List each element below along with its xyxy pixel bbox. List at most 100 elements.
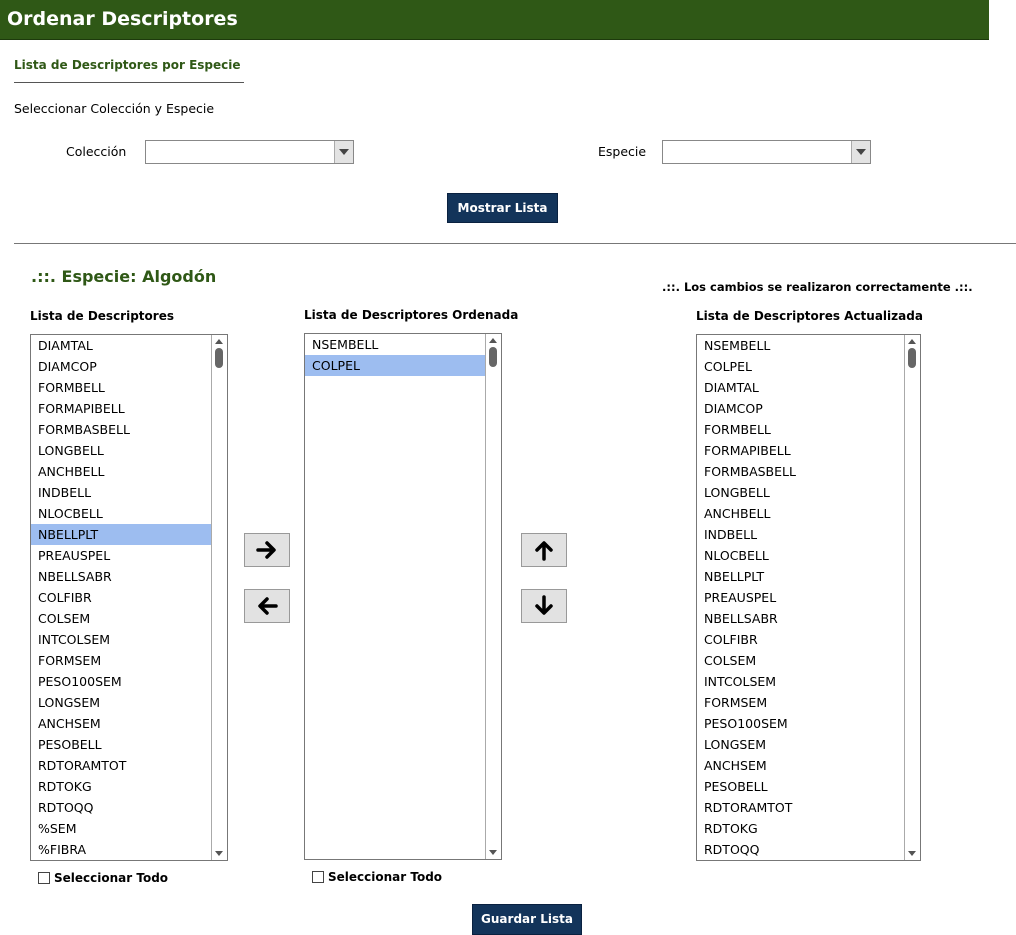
list-item[interactable]: RDTOKG [697,818,904,839]
ordered-listbox[interactable]: NSEMBELL COLPEL [304,333,502,860]
ordered-select-all-label: Seleccionar Todo [328,870,443,884]
coleccion-select[interactable] [145,140,354,164]
scroll-down-icon[interactable] [489,850,497,855]
ordered-select-all[interactable]: Seleccionar Todo [312,870,442,884]
list-item[interactable]: FORMBELL [31,377,211,398]
updated-listbox[interactable]: NSEMBELL COLPEL DIAMTAL DIAMCOP FORMBELL FORM… [696,334,921,861]
list-item[interactable]: NBELLPLT [31,524,211,545]
especie-select[interactable] [662,140,871,164]
list-item[interactable]: LONGBELL [31,440,211,461]
list-item[interactable]: FORMAPIBELL [697,440,904,461]
page-header: Ordenar Descriptores [0,0,989,40]
list-item[interactable]: NBELLPLT [697,566,904,587]
arrow-right-icon [256,541,276,559]
list-item[interactable]: ANCHBELL [697,503,904,524]
list-item[interactable]: INTCOLSEM [697,671,904,692]
list-item[interactable]: PESOBELL [697,776,904,797]
coleccion-label: Colección [66,144,127,159]
list-item[interactable]: FORMSEM [697,692,904,713]
list-item[interactable]: COLSEM [697,650,904,671]
scroll-down-icon[interactable] [908,851,916,856]
move-left-button[interactable] [244,589,290,623]
list-item[interactable]: FORMAPIBELL [31,398,211,419]
source-list-title: Lista de Descriptores [30,309,174,323]
list-item[interactable]: COLPEL [697,356,904,377]
chevron-down-icon[interactable] [851,141,870,163]
list-item[interactable]: NLOCBELL [697,545,904,566]
species-heading: .::. Especie: Algodón [31,267,217,286]
list-item[interactable]: COLFIBR [697,629,904,650]
updated-scrollbar[interactable] [904,335,920,860]
source-select-all[interactable]: Seleccionar Todo [38,871,168,885]
ordered-scrollbar[interactable] [485,334,501,859]
list-item[interactable]: FORMBASBELL [31,419,211,440]
scroll-thumb[interactable] [908,348,916,368]
list-item[interactable]: COLSEM [31,608,211,629]
list-item[interactable]: FORMBASBELL [697,461,904,482]
status-message: .::. Los cambios se realizaron correctam… [662,280,973,294]
list-item[interactable]: RDTORAMTOT [697,797,904,818]
list-item[interactable]: RDTOQQ [697,839,904,860]
list-item[interactable]: NSEMBELL [697,335,904,356]
chevron-down-icon[interactable] [334,141,353,163]
scroll-up-icon[interactable] [908,339,916,344]
list-item[interactable]: PESO100SEM [31,671,211,692]
scroll-thumb[interactable] [489,347,497,367]
list-item[interactable]: NSEMBELL [305,334,485,355]
scroll-down-icon[interactable] [215,851,223,856]
list-item[interactable]: %FIBRA [31,839,211,860]
scroll-thumb[interactable] [215,348,223,368]
list-item[interactable]: %SEM [31,818,211,839]
list-item[interactable]: NBELLSABR [697,608,904,629]
move-down-button[interactable] [521,589,567,623]
scroll-up-icon[interactable] [215,339,223,344]
source-list-items: DIAMTAL DIAMCOP FORMBELL FORMAPIBELL FORMBAS… [31,335,211,860]
arrow-up-icon [535,541,553,561]
source-select-all-label: Seleccionar Todo [54,871,169,885]
move-up-button[interactable] [521,533,567,567]
section-divider [14,243,1016,244]
list-item[interactable]: PREAUSPEL [31,545,211,566]
list-item[interactable]: DIAMTAL [31,335,211,356]
list-item[interactable]: DIAMCOP [697,398,904,419]
source-scrollbar[interactable] [211,335,227,860]
list-item[interactable]: DIAMTAL [697,377,904,398]
list-item[interactable]: LONGBELL [697,482,904,503]
list-item[interactable]: DIAMCOP [31,356,211,377]
list-item[interactable]: INTCOLSEM [31,629,211,650]
move-right-button[interactable] [244,533,290,567]
list-item[interactable]: NLOCBELL [31,503,211,524]
list-item[interactable]: LONGSEM [31,692,211,713]
list-item[interactable]: INDBELL [697,524,904,545]
list-item[interactable]: RDTOKG [31,776,211,797]
list-item[interactable]: FORMSEM [31,650,211,671]
list-item[interactable]: NBELLSABR [31,566,211,587]
checkbox[interactable] [312,871,324,883]
especie-label: Especie [598,144,647,159]
checkbox[interactable] [38,872,50,884]
list-item[interactable]: FORMBELL [697,419,904,440]
section-subtitle: Lista de Descriptores por Especie [14,58,241,72]
list-item[interactable]: RDTOQQ [31,797,211,818]
list-item[interactable]: LONGSEM [697,734,904,755]
list-item[interactable]: ANCHBELL [31,461,211,482]
list-item[interactable]: PESOBELL [31,734,211,755]
scroll-up-icon[interactable] [489,338,497,343]
ordered-list-items: NSEMBELL COLPEL [305,334,485,859]
list-item[interactable]: COLPEL [305,355,485,376]
list-item[interactable]: RDTORAMTOT [31,755,211,776]
ordered-list-title: Lista de Descriptores Ordenada [304,308,519,322]
list-item[interactable]: INDBELL [31,482,211,503]
list-item[interactable]: ANCHSEM [31,713,211,734]
source-listbox[interactable]: DIAMTAL DIAMCOP FORMBELL FORMAPIBELL FORMBAS… [30,334,228,861]
list-item[interactable]: COLFIBR [31,587,211,608]
list-item[interactable]: PESO100SEM [697,713,904,734]
arrow-left-icon [258,597,278,615]
page-title: Ordenar Descriptores [7,8,238,30]
list-item[interactable]: PREAUSPEL [697,587,904,608]
list-item[interactable]: ANCHSEM [697,755,904,776]
updated-list-title: Lista de Descriptores Actualizada [696,309,923,323]
updated-list-items: NSEMBELL COLPEL DIAMTAL DIAMCOP FORMBELL FORM… [697,335,904,860]
show-list-button[interactable]: Mostrar Lista [447,193,558,223]
save-list-button[interactable]: Guardar Lista [472,904,582,935]
